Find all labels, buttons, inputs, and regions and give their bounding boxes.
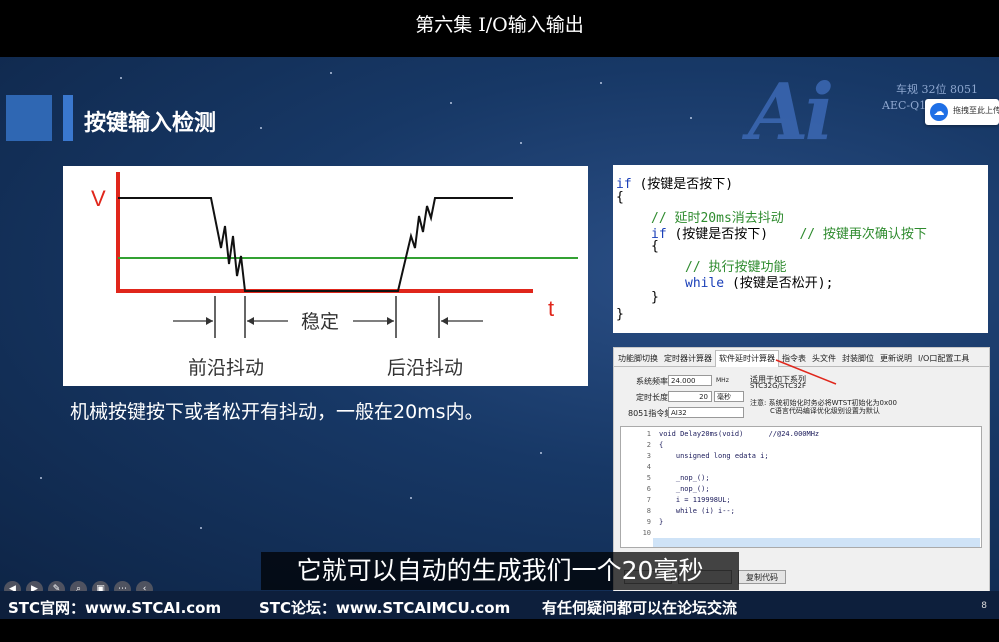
star: [690, 117, 692, 119]
slide-footer: STC官网：www.STCAI.com STC论坛：www.STCAIMCU.c…: [0, 591, 999, 619]
isa-select[interactable]: AI32: [668, 407, 744, 418]
code-text: {: [659, 441, 664, 449]
tab-update-notes[interactable]: 更新说明: [880, 353, 912, 364]
tab-io-config[interactable]: I/O口配置工具: [918, 353, 969, 364]
line-number: 5: [646, 474, 651, 482]
line-number: 6: [646, 485, 651, 493]
heading-square: [6, 95, 52, 141]
code-editor[interactable]: 1 void Delay20ms(void) //@24.000MHz 2 { …: [620, 426, 982, 548]
star: [410, 497, 412, 499]
pseudo-code-panel: if (按键是否按下) { // 延时20ms消去抖动 if (按键是否按下) …: [613, 165, 988, 333]
star: [200, 527, 202, 529]
sys-freq-label: 系统频率: [636, 377, 668, 386]
code-line: }: [616, 307, 624, 322]
delay-unit-select[interactable]: 毫秒: [714, 391, 744, 402]
star: [120, 77, 122, 79]
current-line-highlight: [653, 538, 980, 547]
bottom-bar: [0, 619, 999, 642]
slide-caption: 机械按键按下或者松开有抖动，一般在20ms内。: [70, 401, 484, 423]
page-number: 8: [981, 601, 987, 611]
isa-label: 8051指令集: [628, 409, 673, 418]
footer-site: STC官网：www.STCAI.com: [8, 599, 222, 617]
code-line: while (按键是否松开);: [685, 276, 834, 291]
code-text: while (i) i--;: [659, 507, 735, 515]
debounce-waveform: V t 稳定 前沿抖动 后沿抖动: [91, 172, 578, 379]
star: [540, 452, 542, 454]
code-text: unsigned long edata i;: [659, 452, 769, 460]
logo-subtitle: AEC-Q1: [882, 99, 927, 112]
arrow-head: [206, 317, 213, 325]
code-text: }: [659, 518, 664, 526]
footer-forum: STC论坛：www.STCAIMCU.com: [259, 599, 511, 617]
star: [520, 142, 522, 144]
star: [260, 127, 262, 129]
code-line: {: [651, 239, 659, 254]
code-line: if (按键是否按下): [616, 177, 734, 192]
video-subtitle: 它就可以自动的生成我们一个20毫秒: [261, 552, 739, 590]
code-text: void Delay20ms(void) //@24.000MHz: [659, 430, 820, 438]
stable-label: 稳定: [301, 311, 339, 333]
star: [40, 477, 42, 479]
line-number: 8: [646, 507, 651, 515]
slide-heading: 按键输入检测: [84, 111, 217, 136]
note-line: C语言代码编译优化级别设置为默认: [770, 407, 880, 415]
back-bounce-label: 后沿抖动: [387, 357, 463, 379]
line-number: 3: [646, 452, 651, 460]
line-number: 10: [642, 529, 651, 537]
heading-bar: [63, 95, 73, 141]
copy-code-button[interactable]: 复制代码: [738, 570, 786, 584]
code-text: _nop_();: [659, 485, 710, 493]
delay-length-input[interactable]: 20: [668, 391, 712, 402]
front-bounce-label: 前沿抖动: [188, 357, 264, 379]
arrow-head: [247, 317, 254, 325]
logo-subtitle: 车规 32位 8051: [896, 83, 978, 96]
video-title: 第六集 I/O输入输出: [415, 14, 584, 36]
code-text: i = 119998UL;: [659, 496, 731, 504]
code-line: }: [651, 290, 659, 305]
footer-note: 有任何疑问都可以在论坛交流: [542, 599, 738, 617]
ai-logo: Ai: [748, 67, 834, 158]
line-number: 1: [646, 430, 651, 438]
code-line: {: [616, 190, 624, 205]
arrow-head: [441, 317, 448, 325]
slide: 按键输入检测 Ai 车规 32位 8051 AEC-Q1 ☁ 拖拽至此上传 V …: [0, 57, 999, 592]
arrow-head: [387, 317, 394, 325]
signal-trace: [118, 197, 513, 292]
star: [450, 102, 452, 104]
star: [330, 72, 332, 74]
tab-package-pins[interactable]: 封装脚位: [842, 353, 874, 364]
sys-freq-unit: MHz: [716, 377, 729, 384]
line-number: 9: [646, 518, 651, 526]
line-number: 2: [646, 441, 651, 449]
code-text: _nop_();: [659, 474, 710, 482]
line-number: 4: [646, 463, 651, 471]
cloud-icon: ☁: [930, 103, 948, 121]
v-label: V: [91, 186, 106, 211]
upload-button[interactable]: ☁ 拖拽至此上传: [925, 99, 999, 125]
tab-timer-calculator[interactable]: 定时器计算器: [664, 353, 712, 364]
upload-label: 拖拽至此上传: [953, 106, 999, 115]
tab-delay-calculator[interactable]: 软件延时计算器: [715, 350, 779, 367]
sys-freq-select[interactable]: 24.000: [668, 375, 712, 386]
t-label: t: [548, 296, 554, 321]
delay-length-label: 定时长度: [636, 393, 668, 402]
code-line: if (按键是否按下) // 按键再次确认按下: [651, 227, 927, 242]
video-title-bar: 第六集 I/O输入输出: [0, 0, 999, 55]
applies-value: STC32G/STC32F: [750, 382, 807, 390]
star: [600, 82, 602, 84]
line-number: 7: [646, 496, 651, 504]
debounce-diagram: V t 稳定 前沿抖动 后沿抖动: [63, 166, 588, 386]
tab-pin-switch[interactable]: 功能脚切换: [618, 353, 658, 364]
